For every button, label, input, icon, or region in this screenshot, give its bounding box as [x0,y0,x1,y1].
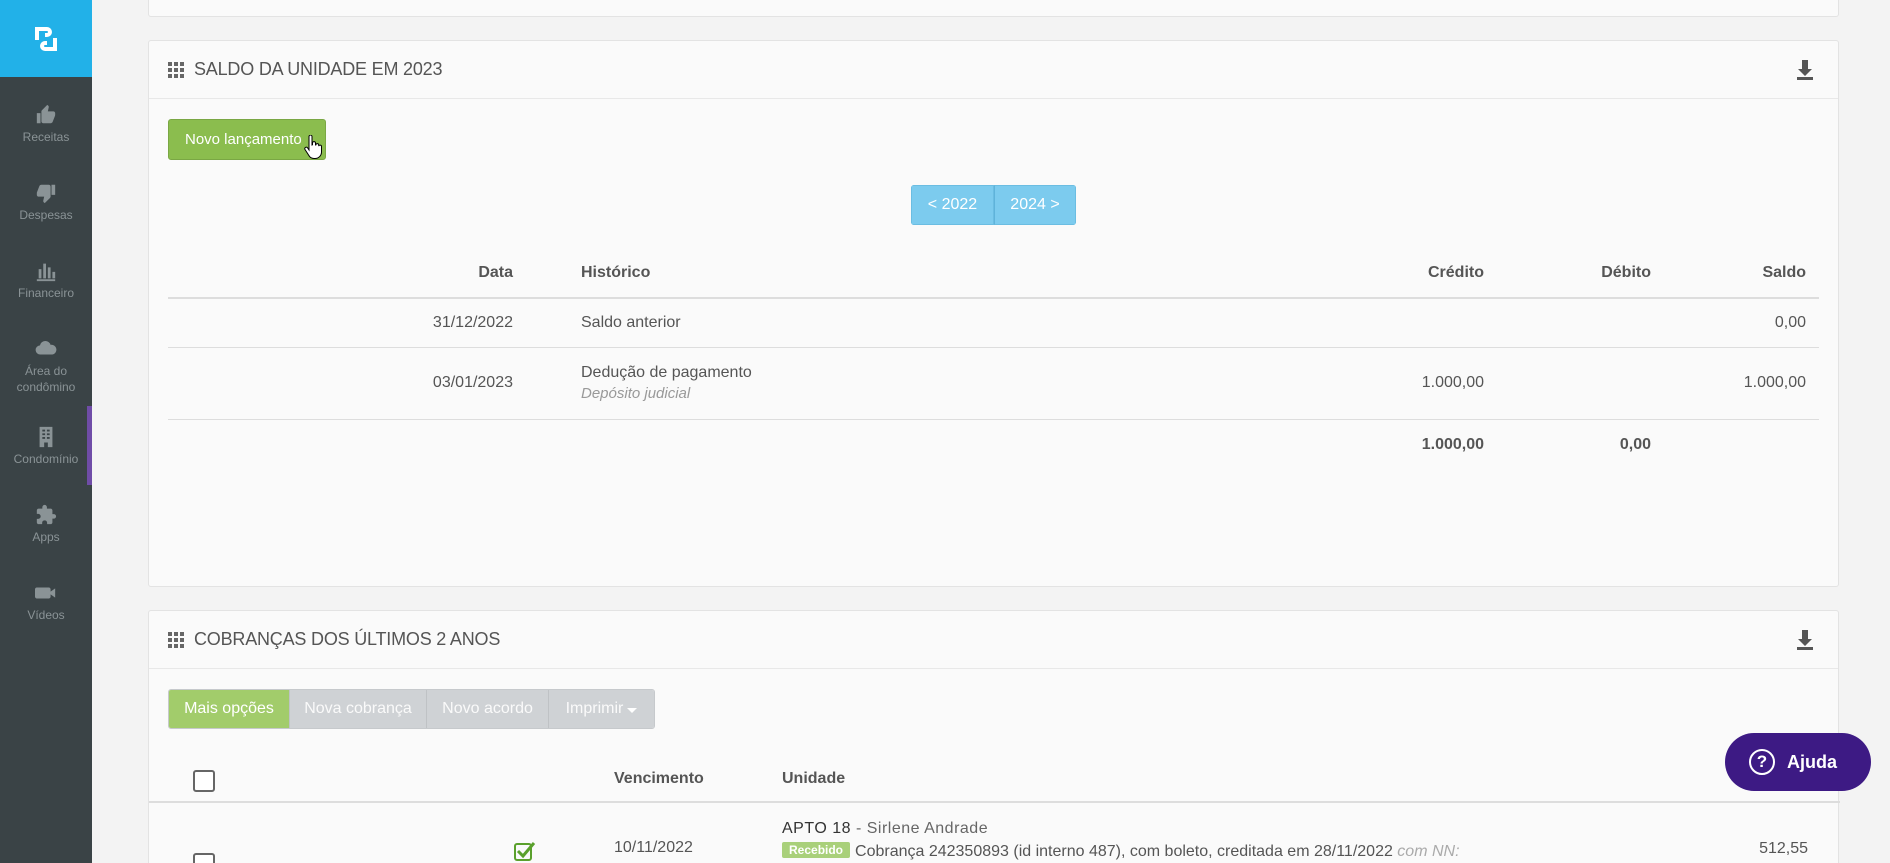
sidebar-item-label: Vídeos [27,608,65,622]
col-vencimento[interactable]: Vencimento [614,770,704,788]
unidade-owner: - Sirlene Andrade [851,820,989,837]
cobrancas-panel: COBRANÇAS DOS ÚLTIMOS 2 ANOS Mais opções… [148,610,1840,863]
col-debito[interactable]: Débito [1484,249,1651,299]
cloud-icon [35,340,57,355]
app-logo[interactable] [0,0,92,77]
total-credito: 1.000,00 [1421,435,1484,453]
cell-unidade[interactable]: APTO 18 - Sirlene Andrade [782,820,988,838]
cell-data: 03/01/2023 [168,347,513,420]
nova-cobranca-button[interactable]: Nova cobrança [289,690,426,728]
col-credito[interactable]: Crédito [1264,249,1484,299]
col-historico[interactable]: Histórico [513,249,1264,299]
cell-data: 31/12/2022 [168,298,513,348]
cobranca-nn: com NN: [1392,843,1460,860]
year-pager: < 2022 2024 > [911,185,1076,225]
check-square-icon [514,842,536,861]
imprimir-dropdown[interactable]: Imprimir [548,690,654,728]
video-camera-icon [35,587,56,599]
download-icon[interactable] [1796,60,1814,80]
select-all-checkbox[interactable] [193,770,215,792]
cobrancas-table-header: Vencimento Unidade [149,746,1840,803]
col-saldo[interactable]: Saldo [1651,249,1819,299]
historico-sub: Depósito judicial [581,385,691,402]
help-label: Ajuda [1787,751,1838,772]
sidebar-item-label: Despesas [19,208,73,222]
empty-cell [1651,419,1819,470]
cell-vencimento: 10/11/2022 [614,839,693,856]
sidebar-item-area-condomino[interactable]: Área do condômino [0,322,92,406]
cobrancas-panel-header: COBRANÇAS DOS ÚLTIMOS 2 ANOS [149,611,1838,669]
previous-panel [148,0,1839,17]
grid-icon [168,631,184,648]
sidebar-item-videos[interactable]: Vídeos [0,566,92,640]
cell-saldo: 1.000,00 [1651,347,1819,420]
table-row: 10/11/2022 APTO 18 - Sirlene Andrade Rec… [149,803,1840,863]
cell-historico: Saldo anterior [513,298,1264,348]
col-unidade[interactable]: Unidade [782,770,845,788]
cobranca-text: Cobrança 242350893 (id interno 487), com… [855,843,1393,860]
building-icon [39,426,53,448]
cell-debito [1484,347,1651,420]
caret-down-icon [627,707,638,713]
sidebar-item-financeiro[interactable]: Financeiro [0,244,92,318]
cell-credito: 1.000,00 [1264,347,1484,420]
cobrancas-panel-title: COBRANÇAS DOS ÚLTIMOS 2 ANOS [194,629,501,649]
cell-saldo: 0,00 [1651,298,1819,348]
sidebar-item-despesas[interactable]: Despesas [0,166,92,240]
saldo-table: Data Histórico Crédito Débito Saldo 31/1… [168,249,1819,470]
empty-cell [168,419,513,470]
table-header-row: Data Histórico Crédito Débito Saldo [168,249,1819,299]
table-row: 31/12/2022 Saldo anterior 0,00 [168,298,1819,348]
cell-debito [1484,298,1651,348]
historico-main: Dedução de pagamento [581,364,752,381]
sidebar: Receitas Despesas Financeiro Área do con… [0,0,92,863]
sidebar-item-receitas[interactable]: Receitas [0,88,92,162]
table-row: 03/01/2023 Dedução de pagamento Depósito… [168,347,1819,420]
main-content: SALDO DA UNIDADE EM 2023 Novo lançamento… [92,0,1890,863]
cell-valor: 512,55 [1759,840,1808,857]
sidebar-item-label: Apps [32,530,60,544]
imprimir-label: Imprimir [565,700,624,717]
sidebar-item-condominio[interactable]: Condomínio [0,410,92,484]
help-button[interactable]: ? Ajuda [1725,733,1871,791]
saldo-panel: SALDO DA UNIDADE EM 2023 Novo lançamento… [148,40,1839,587]
question-circle-icon: ? [1749,749,1775,775]
cobrancas-actions: Mais opções Nova cobrança Novo acordo Im… [168,689,655,729]
sidebar-item-label: Área do condômino [16,364,76,394]
download-icon[interactable] [1796,630,1814,650]
bar-chart-icon [36,263,56,282]
saldo-panel-header: SALDO DA UNIDADE EM 2023 [149,41,1838,99]
novo-lancamento-button[interactable]: Novo lançamento [168,119,326,160]
thumbs-up-icon [36,104,56,124]
logo-icon [35,26,57,51]
sidebar-item-apps[interactable]: Apps [0,488,92,562]
thumbs-down-icon [36,184,56,204]
hand-cursor-icon [304,135,322,159]
saldo-panel-title: SALDO DA UNIDADE EM 2023 [194,59,443,79]
total-debito: 0,00 [1619,435,1651,453]
next-year-button[interactable]: 2024 > [994,185,1076,225]
totals-row: 1.000,00 0,00 [168,419,1819,470]
mais-opcoes-button[interactable]: Mais opções [169,690,289,728]
prev-year-button[interactable]: < 2022 [911,185,994,225]
puzzle-icon [36,504,57,525]
cobranca-description: Recebido Cobrança 242350893 (id interno 4… [782,842,1460,861]
empty-cell [513,419,1264,470]
grid-icon [168,61,184,78]
row-checkbox[interactable] [193,853,215,863]
col-data[interactable]: Data [168,249,513,299]
status-badge: Recebido [782,842,851,858]
cell-credito [1264,298,1484,348]
unidade-code: APTO 18 [782,820,852,837]
sidebar-item-label: Condomínio [13,452,79,466]
sidebar-item-label: Receitas [22,130,70,144]
novo-acordo-button[interactable]: Novo acordo [426,690,548,728]
sidebar-item-label: Financeiro [17,286,75,300]
cell-historico: Dedução de pagamento Depósito judicial [513,347,1264,420]
